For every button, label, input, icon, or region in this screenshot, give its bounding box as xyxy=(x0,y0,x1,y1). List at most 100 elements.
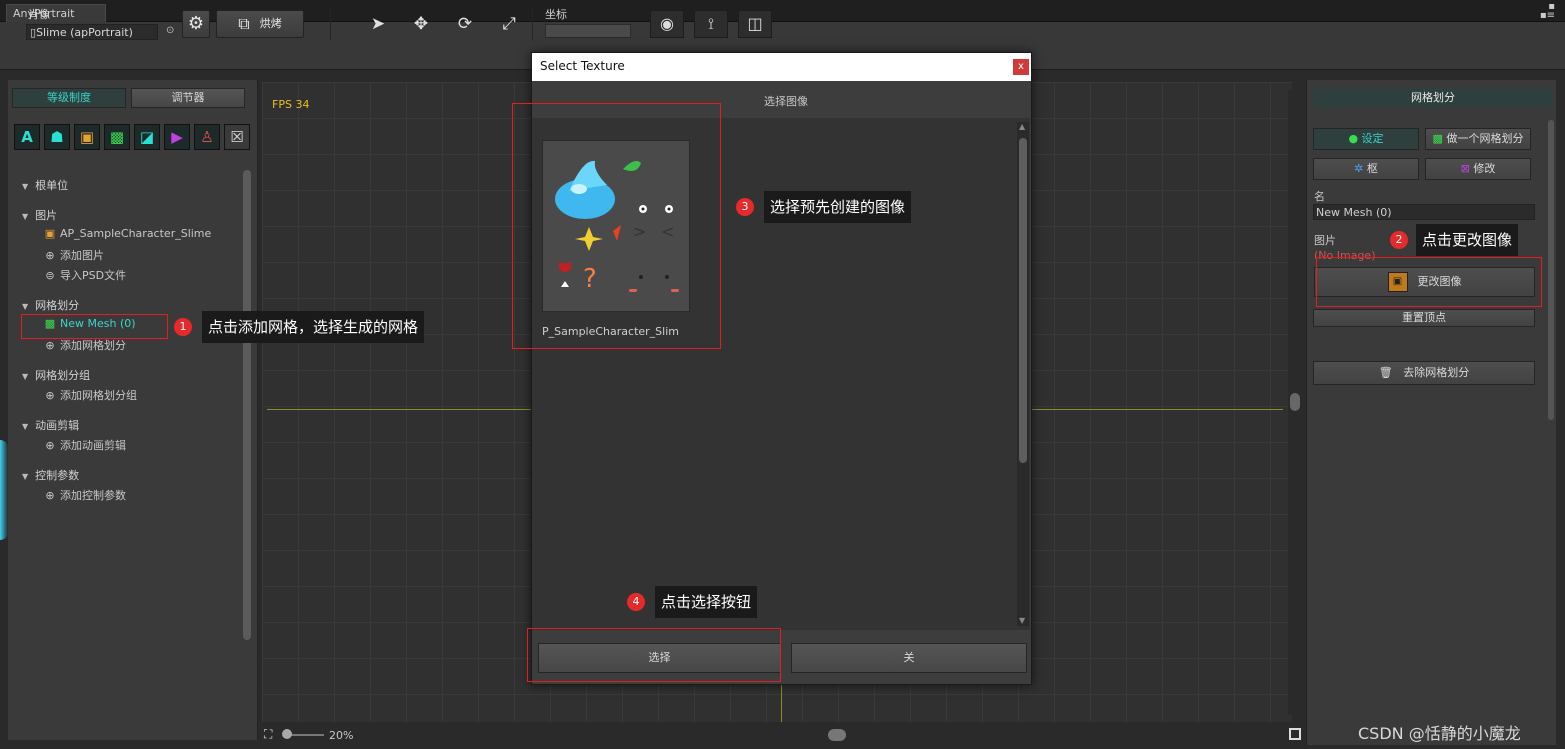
window-menu-icon[interactable]: ▪ ▪≡ xyxy=(1540,2,1555,21)
scale-tool-icon[interactable]: ⤢ xyxy=(497,12,521,36)
info-icon: ● xyxy=(1348,132,1359,145)
gear-icon: ⚙ xyxy=(187,13,205,34)
coordinate-label: 坐标 xyxy=(545,8,567,21)
export-icon: ⧉ xyxy=(238,14,250,33)
toolbar-divider xyxy=(330,8,331,40)
watermark: CSDN @恬静的小魔龙 xyxy=(1358,724,1521,743)
pivot-icon: ✲ xyxy=(1354,162,1364,175)
param-icon[interactable]: ♙ xyxy=(194,124,220,150)
animation-icon[interactable]: ▶ xyxy=(164,124,190,150)
image-label: 图片 xyxy=(1314,234,1336,247)
trash-icon: 🗑 xyxy=(1378,366,1393,379)
annotation-callout: 点击添加网格，选择生成的网格 xyxy=(202,311,425,343)
modify-icon: ⊠ xyxy=(1460,162,1470,175)
zoom-percent: 20% xyxy=(329,729,354,742)
dialog-title: Select Texture xyxy=(540,59,625,73)
annotation-number: 2 xyxy=(1390,231,1408,249)
settings-button[interactable]: ⚙ xyxy=(182,10,210,38)
inspector-scrollbar[interactable] xyxy=(1548,120,1554,420)
mesh-mode-icon[interactable]: ◫ xyxy=(738,10,772,38)
pivot-button[interactable]: ✲ 枢 xyxy=(1313,158,1419,180)
reset-vertices-button[interactable]: 重置顶点 xyxy=(1313,309,1535,327)
dialog-close-button[interactable]: x xyxy=(1013,59,1029,75)
tab-hierarchy[interactable]: 等级制度 xyxy=(12,88,126,108)
window-tab[interactable]: AnyPortrait xyxy=(6,4,106,22)
make-mesh-button[interactable]: ▩ 做一个网格划分 xyxy=(1425,128,1531,150)
remove-mesh-button[interactable]: 🗑 去除网格划分 xyxy=(1313,361,1535,385)
scroll-down-icon[interactable]: ▼ xyxy=(1019,616,1025,625)
annotation-callout: 点击选择按钮 xyxy=(655,586,758,618)
canvas-bottom-bar xyxy=(262,726,1302,744)
image-icon[interactable]: ▣ xyxy=(74,124,100,150)
annotation-number: 3 xyxy=(736,198,754,216)
expand-arrow-icon: ▼ xyxy=(22,182,29,191)
close-box-icon[interactable]: ☒ xyxy=(224,124,250,150)
scroll-up-icon[interactable]: ▲ xyxy=(1019,122,1025,131)
import-psd-item[interactable]: ⊜ 导入PSD文件 xyxy=(44,267,126,283)
texture-list-scroll-thumb[interactable] xyxy=(1019,138,1027,463)
annotation-number: 4 xyxy=(627,593,645,611)
add-control-param-item[interactable]: ⊕ 添加控制参数 xyxy=(44,487,126,503)
zoom-slider-knob[interactable] xyxy=(282,729,292,739)
add-icon: ⊕ xyxy=(45,489,55,502)
fps-counter: FPS 34 xyxy=(272,98,310,111)
setting-button[interactable]: ● 设定 xyxy=(1313,128,1419,150)
tree-section-image[interactable]: ▼ 图片 xyxy=(22,207,57,223)
expand-arrow-icon: ▼ xyxy=(22,212,29,221)
annotation-number: 1 xyxy=(174,318,192,336)
canvas-horizontal-scroll-thumb[interactable] xyxy=(828,729,846,741)
object-picker-icon[interactable]: ⊙ xyxy=(166,25,174,36)
text-icon[interactable]: A xyxy=(14,124,40,150)
tree-section-mesh[interactable]: ▼ 网格划分 xyxy=(22,297,79,313)
mesh-name-field[interactable]: New Mesh (0) xyxy=(1313,204,1535,220)
expand-arrow-icon: ▼ xyxy=(22,302,29,311)
tab-controller[interactable]: 调节器 xyxy=(131,88,245,108)
annotation-box-texture xyxy=(512,103,721,349)
left-scrollbar[interactable] xyxy=(243,170,251,640)
expand-arrow-icon: ▼ xyxy=(22,372,29,381)
onion-mode-icon[interactable]: ◉ xyxy=(650,10,684,38)
annotation-box-select xyxy=(527,628,781,682)
add-icon: ⊕ xyxy=(45,389,55,402)
annotation-box-change-image xyxy=(1316,257,1542,307)
annotation-callout: 点击更改图像 xyxy=(1416,224,1519,256)
bake-button[interactable]: ⧉ 烘烤 xyxy=(216,10,304,38)
tree-section-mesh-group[interactable]: ▼ 网格划分组 xyxy=(22,367,90,383)
bake-label: 烘烤 xyxy=(259,17,282,30)
mesh-group-icon[interactable]: ◪ xyxy=(134,124,160,150)
psd-icon: ⊜ xyxy=(45,269,55,282)
canvas-vertical-scroll-thumb[interactable] xyxy=(1290,393,1300,411)
add-icon: ⊕ xyxy=(45,249,55,262)
tree-item-image[interactable]: ▣ AP_SampleCharacter_Slime xyxy=(44,227,212,240)
tree-section-animation[interactable]: ▼ 动画剪辑 xyxy=(22,417,79,433)
annotation-callout: 选择预先创建的图像 xyxy=(764,191,912,223)
name-label: 名 xyxy=(1314,190,1325,203)
bone-mode-icon[interactable]: ⟟ xyxy=(694,10,728,38)
toolbar-divider xyxy=(532,8,533,40)
add-mesh-item[interactable]: ⊕ 添加网格划分 xyxy=(44,337,126,353)
add-image-item[interactable]: ⊕ 添加图片 xyxy=(44,247,104,263)
coordinate-dropdown[interactable] xyxy=(545,24,631,38)
slime-preview-edge xyxy=(0,440,8,540)
portrait-label: 肖像 xyxy=(28,8,50,21)
annotation-box-mesh xyxy=(21,314,168,339)
modify-button[interactable]: ⊠ 修改 xyxy=(1425,158,1531,180)
expand-arrow-icon: ▼ xyxy=(22,472,29,481)
expand-arrow-icon: ▼ xyxy=(22,422,29,431)
inspector-header: 网格划分 xyxy=(1313,88,1553,108)
maximize-icon[interactable] xyxy=(1289,728,1301,740)
tree-section-root[interactable]: ▼ 根单位 xyxy=(22,177,68,193)
mesh-icon[interactable]: ▩ xyxy=(104,124,130,150)
add-mesh-group-item[interactable]: ⊕ 添加网格划分组 xyxy=(44,387,137,403)
add-animation-item[interactable]: ⊕ 添加动画剪辑 xyxy=(44,437,126,453)
move-tool-icon[interactable]: ✥ xyxy=(409,12,433,36)
tree-section-control[interactable]: ▼ 控制参数 xyxy=(22,467,79,483)
mesh-icon: ▩ xyxy=(1432,132,1443,145)
portrait-field[interactable]: ▯Slime (apPortrait) xyxy=(26,24,158,40)
fit-view-icon[interactable]: ⛶ xyxy=(264,727,272,742)
rotate-tool-icon[interactable]: ⟳ xyxy=(453,12,477,36)
character-icon[interactable]: ☗ xyxy=(44,124,70,150)
image-icon: ▣ xyxy=(44,227,56,240)
select-tool-icon[interactable]: ➤ xyxy=(366,12,390,36)
dialog-close-text-button[interactable]: 关 xyxy=(791,643,1027,673)
